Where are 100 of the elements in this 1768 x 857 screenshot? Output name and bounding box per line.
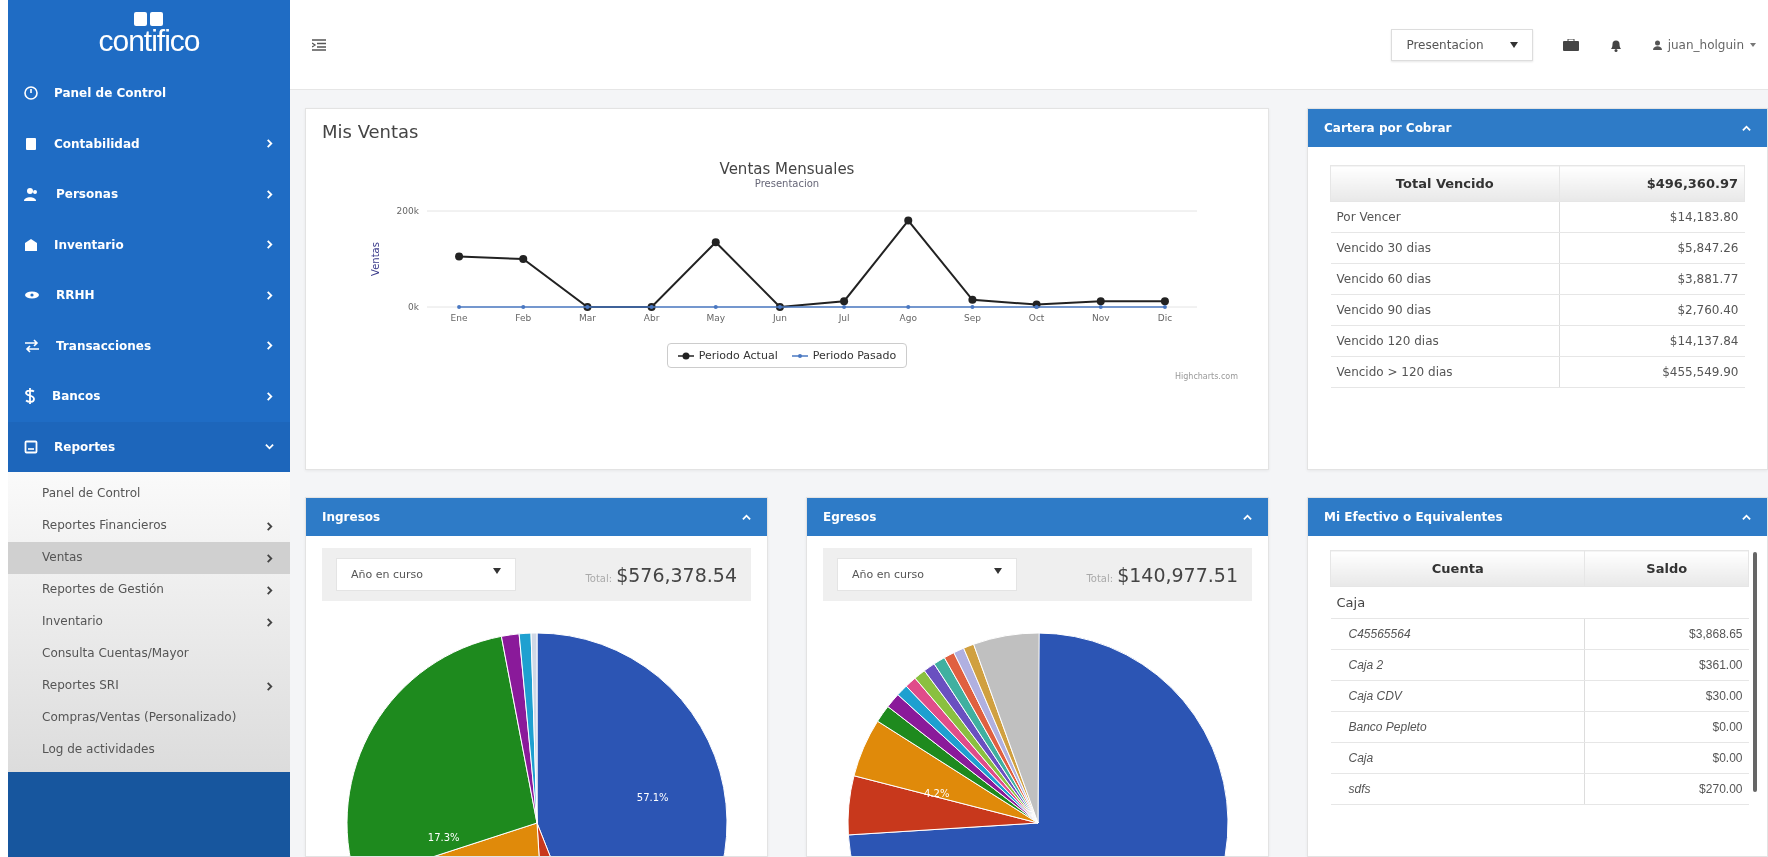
chevron-icon bbox=[742, 512, 751, 522]
submenu-item[interactable]: Log de actividades bbox=[8, 734, 290, 766]
axis-tick-label: Ago bbox=[899, 313, 917, 323]
table-cell: Banco Pepleto bbox=[1330, 711, 1585, 743]
table-cell: $270.00 bbox=[1585, 773, 1749, 805]
data-point bbox=[904, 216, 913, 225]
axis-tick-label: Oct bbox=[1028, 313, 1045, 323]
chevron-icon bbox=[265, 391, 274, 401]
caret-icon bbox=[1750, 42, 1756, 47]
period-select[interactable]: Año en curso bbox=[837, 558, 1017, 591]
axis-tick-label: Feb bbox=[515, 313, 532, 323]
table-cell: $361.00 bbox=[1585, 649, 1749, 681]
submenu-item[interactable]: Reportes SRI bbox=[8, 670, 290, 702]
scrollbar[interactable] bbox=[1753, 552, 1757, 792]
nav-item[interactable]: Bancos bbox=[8, 371, 290, 422]
table-cell: $0.00 bbox=[1585, 742, 1749, 774]
data-point bbox=[521, 305, 526, 309]
collapse-button[interactable] bbox=[742, 512, 751, 522]
table-cell: Por Vencer bbox=[1330, 201, 1560, 233]
chevron-icon bbox=[265, 189, 274, 199]
table-header: Saldo bbox=[1585, 550, 1749, 587]
nav-item[interactable]: Transacciones bbox=[8, 320, 290, 371]
table-cell: $0.00 bbox=[1585, 711, 1749, 743]
table-cell: C45565564 bbox=[1330, 618, 1585, 650]
company-select[interactable]: Presentacion bbox=[1391, 28, 1533, 61]
people-icon bbox=[24, 187, 40, 202]
chevron-icon bbox=[265, 617, 274, 627]
book-icon bbox=[24, 136, 38, 151]
nav-item[interactable]: Contabilidad bbox=[8, 118, 290, 169]
table-cell: sdfs bbox=[1330, 773, 1585, 805]
chevron-icon bbox=[1742, 123, 1751, 133]
panel-title: Egresos bbox=[823, 510, 877, 524]
collapse-button[interactable] bbox=[1742, 123, 1751, 133]
chevron-icon bbox=[1742, 512, 1751, 522]
total-label: Total: bbox=[1086, 572, 1114, 584]
slice-label: 17.3% bbox=[427, 831, 460, 843]
panel-title: Cartera por Cobrar bbox=[1324, 121, 1452, 135]
submenu-item[interactable]: Compras/Ventas (Personalizado) bbox=[8, 702, 290, 734]
axis-title: Ventas bbox=[370, 242, 381, 276]
total-value: $576,378.54 bbox=[616, 563, 737, 586]
chevron-icon bbox=[265, 553, 274, 563]
table-cell: Vencido 60 dias bbox=[1330, 263, 1560, 295]
table-cell: Caja CDV bbox=[1330, 680, 1585, 712]
total-value: $140,977.51 bbox=[1117, 563, 1238, 586]
caret-icon bbox=[493, 568, 501, 574]
chevron-icon bbox=[265, 442, 274, 452]
submenu-item[interactable]: Panel de Control bbox=[8, 478, 290, 510]
document-icon bbox=[24, 439, 38, 454]
nav-item[interactable]: Personas bbox=[8, 169, 290, 220]
submenu-item[interactable]: Inventario bbox=[8, 606, 290, 638]
nav-item[interactable]: Inventario bbox=[8, 219, 290, 270]
table-cell: Vencido > 120 dias bbox=[1330, 356, 1560, 388]
table-cell: $455,549.90 bbox=[1559, 356, 1745, 388]
data-point bbox=[711, 238, 720, 247]
panel-title: Ingresos bbox=[322, 510, 381, 524]
table-cell: $2,760.40 bbox=[1559, 294, 1745, 326]
axis-tick-label: Nov bbox=[1091, 313, 1110, 323]
submenu-item[interactable]: Consulta Cuentas/Mayor bbox=[8, 638, 290, 670]
chevron-icon bbox=[265, 681, 274, 691]
submenu-item[interactable]: Reportes Financieros bbox=[8, 510, 290, 542]
legend-item[interactable]: Periodo Actual bbox=[677, 349, 778, 362]
axis-tick-label: May bbox=[706, 313, 726, 323]
axis-tick-label: Jul bbox=[838, 313, 850, 323]
nav-item[interactable]: Reportes bbox=[8, 421, 290, 472]
table-cell: $5,847.26 bbox=[1559, 232, 1745, 264]
chevron-icon bbox=[265, 139, 274, 149]
total-label: Total: bbox=[585, 572, 613, 584]
transfer-icon bbox=[24, 338, 40, 353]
nav-item[interactable]: RRHH bbox=[8, 270, 290, 321]
briefcase-icon[interactable] bbox=[1562, 38, 1579, 51]
submenu-item[interactable]: Reportes de Gestión bbox=[8, 574, 290, 606]
period-select[interactable]: Año en curso bbox=[336, 558, 516, 591]
table-cell: $3,881.77 bbox=[1559, 263, 1745, 295]
chart-credits[interactable]: Highcharts.com bbox=[1175, 372, 1238, 381]
menu-icon[interactable] bbox=[312, 38, 326, 51]
user-menu[interactable]: juan_holguin bbox=[1652, 37, 1756, 52]
dashboard-icon bbox=[24, 86, 38, 101]
collapse-button[interactable] bbox=[1243, 512, 1252, 522]
table-cell: Vencido 120 dias bbox=[1330, 325, 1560, 357]
chevron-icon bbox=[265, 290, 274, 300]
table-cell: Caja 2 bbox=[1330, 649, 1585, 681]
nav-item[interactable]: Panel de Control bbox=[8, 68, 290, 119]
card-title: Mis Ventas bbox=[321, 120, 420, 144]
legend-item[interactable]: Periodo Pasado bbox=[791, 349, 897, 362]
collapse-button[interactable] bbox=[1742, 512, 1751, 522]
axis-tick-label: Jun bbox=[772, 313, 787, 323]
data-point bbox=[519, 255, 528, 263]
dollar-icon bbox=[24, 388, 36, 405]
table-cell: Vencido 90 dias bbox=[1330, 294, 1560, 326]
chevron-icon bbox=[1243, 512, 1252, 522]
axis-tick-label: 200k bbox=[396, 206, 419, 216]
data-point bbox=[455, 252, 464, 261]
legend-marker-icon bbox=[791, 351, 808, 360]
caret-icon bbox=[1509, 41, 1518, 48]
table-cell: $14,137.84 bbox=[1559, 325, 1745, 357]
caret-icon bbox=[994, 568, 1002, 574]
axis-tick-label: 0k bbox=[408, 302, 419, 312]
user-icon bbox=[1652, 39, 1662, 50]
axis-tick-label: Abr bbox=[643, 313, 660, 323]
submenu-item[interactable]: Ventas bbox=[8, 542, 290, 574]
